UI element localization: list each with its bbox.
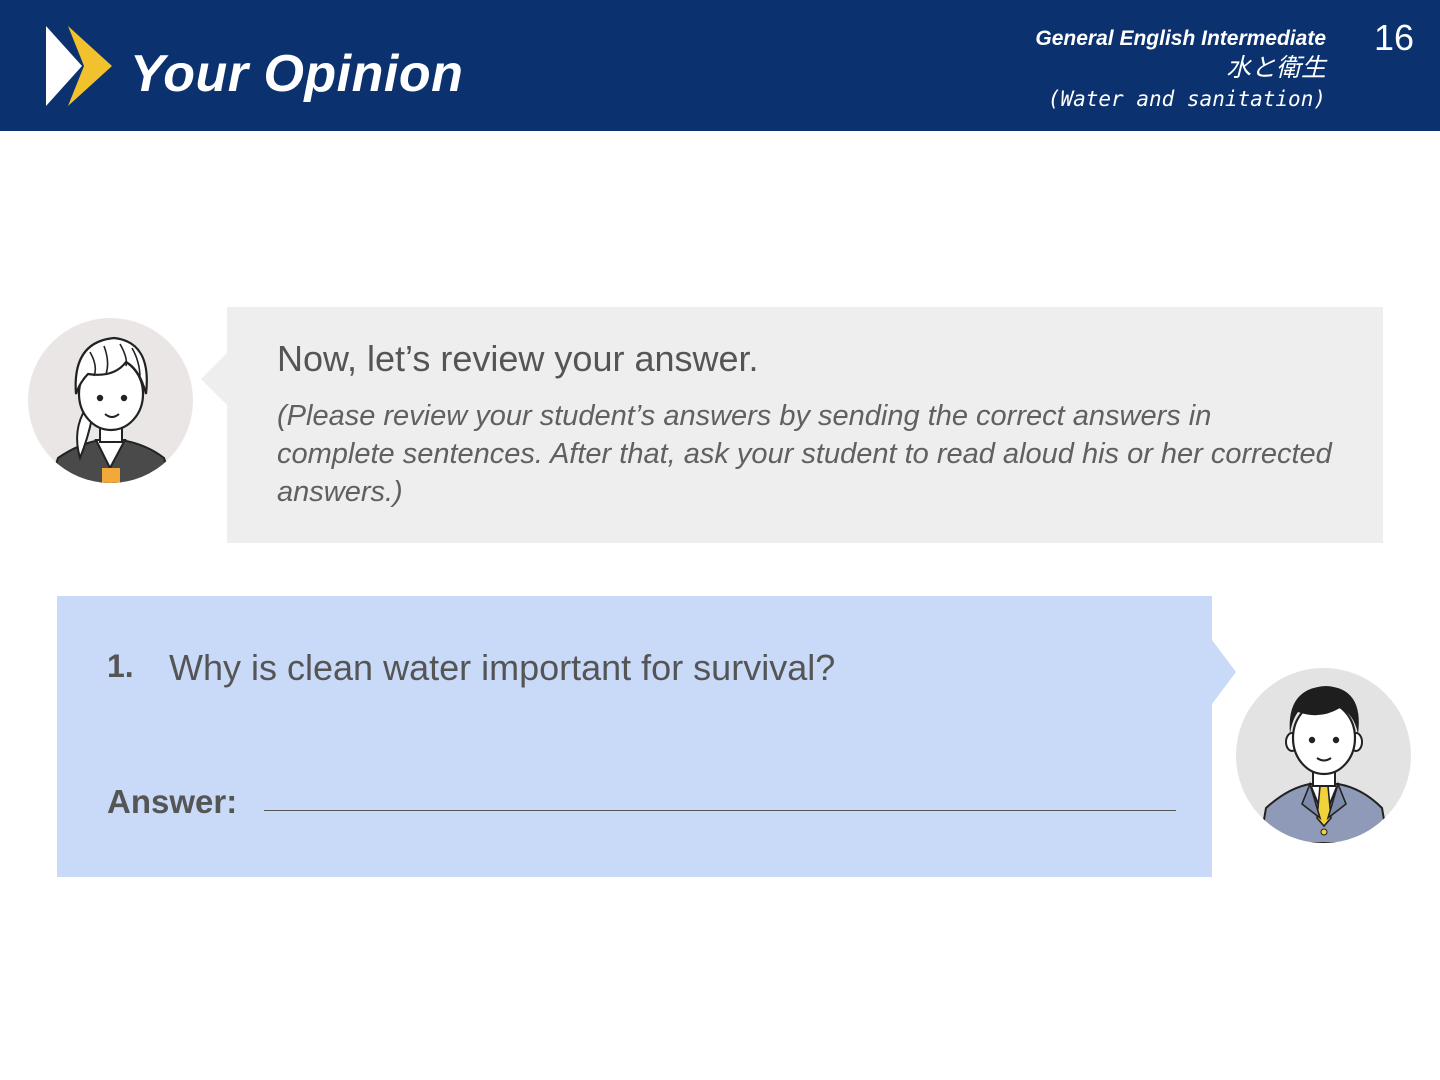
- bubble-heading: Now, let’s review your answer.: [277, 338, 759, 379]
- question-text: Why is clean water important for surviva…: [169, 647, 836, 688]
- student-avatar-icon: [1236, 668, 1411, 843]
- page-number: 16: [1373, 17, 1414, 58]
- answer-label: Answer:: [107, 783, 238, 820]
- answer-line[interactable]: [264, 810, 1176, 811]
- teacher-instructions: (Please review your student’s answers by…: [277, 400, 1332, 508]
- question-speech-bubble: 1. Why is clean water important for surv…: [57, 596, 1236, 877]
- course-info: General English Intermediate 水と衛生 (Water…: [1035, 26, 1326, 114]
- course-name: General English Intermediate: [1035, 27, 1326, 50]
- course-topic-japanese: 水と衛生: [1225, 54, 1326, 82]
- header-bar: Your Opinion General English Intermediat…: [0, 0, 1440, 131]
- teacher-avatar-icon: [28, 318, 193, 483]
- double-chevron-right-icon: [46, 26, 112, 106]
- teacher-speech-bubble: Now, let’s review your answer. (Please r…: [201, 307, 1383, 543]
- page-title: Your Opinion: [130, 45, 464, 103]
- course-topic-english: (Water and sanitation): [1047, 87, 1326, 111]
- question-number: 1.: [107, 648, 134, 684]
